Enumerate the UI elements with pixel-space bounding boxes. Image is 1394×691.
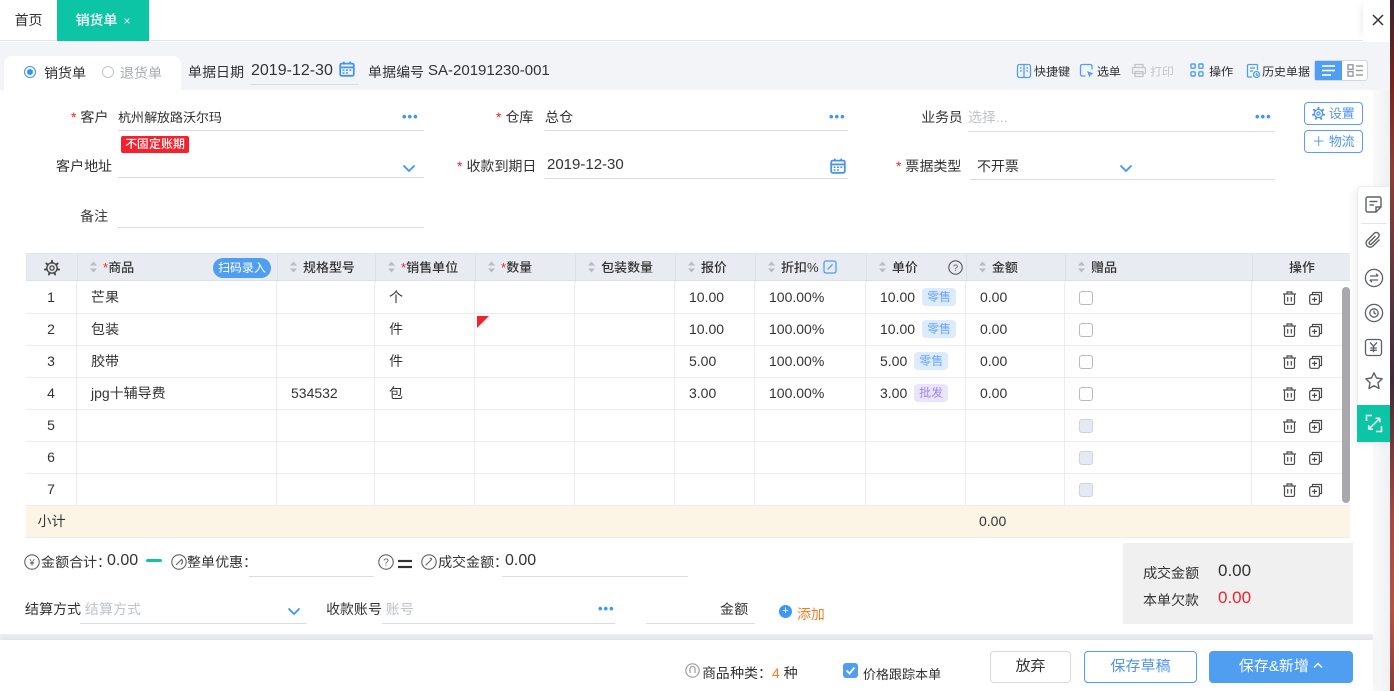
svg-text:¥: ¥ xyxy=(28,558,35,569)
svg-text:?: ? xyxy=(383,558,389,569)
svg-text:?: ? xyxy=(953,263,958,274)
